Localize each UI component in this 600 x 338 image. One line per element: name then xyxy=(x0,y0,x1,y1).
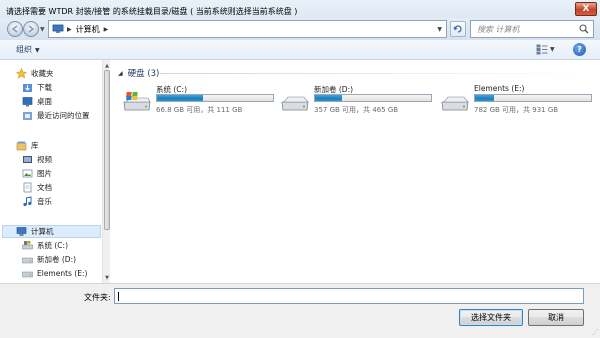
nav-item-label: 最近访问的位置 xyxy=(37,111,90,120)
nav-computer[interactable]: 计算机 xyxy=(2,225,101,238)
drive-item-e[interactable]: Elements (E:) 782 GB 可用，共 931 GB xyxy=(440,84,600,118)
breadcrumb-separator-icon[interactable]: ▶ xyxy=(67,26,72,33)
nav-favorites[interactable]: 收藏夹 xyxy=(16,68,54,79)
chevron-down-icon: ▼ xyxy=(35,47,40,54)
address-row: ▼ ▶ 计算机 ▶ ▼ 搜索 计算机 xyxy=(0,18,600,40)
pictures-library-icon xyxy=(22,169,33,178)
dialog-footer: 文件夹: 选择文件夹 取消 ⋰ xyxy=(0,283,600,338)
nav-item-label: 下载 xyxy=(37,83,52,92)
folder-name-input[interactable] xyxy=(114,288,584,304)
address-dropdown-icon[interactable]: ▼ xyxy=(437,26,442,33)
drive-usage-bar xyxy=(474,94,592,102)
hard-drive-icon xyxy=(22,271,33,278)
video-library-icon xyxy=(23,156,32,163)
nav-item-drive-d[interactable]: 新加卷 (D:) xyxy=(22,254,76,265)
desktop-icon xyxy=(22,97,33,107)
computer-icon xyxy=(16,227,27,236)
drive-usage-fill xyxy=(475,95,494,101)
breadcrumb-chevron-icon[interactable]: ▶ xyxy=(104,26,109,33)
drive-usage-bar xyxy=(156,94,274,102)
view-options-icon[interactable] xyxy=(536,44,548,55)
back-button[interactable] xyxy=(7,21,23,37)
nav-item-label: 新加卷 (D:) xyxy=(37,255,77,264)
organize-label: 组织 xyxy=(16,45,32,54)
downloads-folder-icon xyxy=(23,84,32,92)
nav-favorites-label: 收藏夹 xyxy=(31,69,54,78)
scroll-down-icon[interactable]: ▼ xyxy=(103,273,111,282)
computer-icon xyxy=(52,24,64,33)
drive-usage-fill xyxy=(157,95,204,101)
close-button[interactable]: X xyxy=(575,2,597,16)
hard-drive-icon xyxy=(441,96,469,111)
search-icon[interactable] xyxy=(579,24,589,34)
refresh-button[interactable] xyxy=(450,21,466,37)
recent-pages-dropdown[interactable]: ▼ xyxy=(40,26,45,33)
search-input[interactable]: 搜索 计算机 xyxy=(477,24,579,35)
group-title: 硬盘 (3) xyxy=(127,69,160,79)
cancel-button[interactable]: 取消 xyxy=(528,309,584,326)
back-arrow-icon xyxy=(11,25,18,33)
nav-item-recent-places[interactable]: 最近访问的位置 xyxy=(22,110,90,121)
windows-drive-icon xyxy=(22,241,33,250)
forward-button[interactable] xyxy=(23,21,39,37)
search-box[interactable]: 搜索 计算机 xyxy=(470,20,594,38)
star-icon xyxy=(16,68,27,79)
nav-item-label: 文档 xyxy=(37,183,52,192)
select-folder-button[interactable]: 选择文件夹 xyxy=(459,309,523,326)
libraries-icon xyxy=(16,141,27,151)
collapse-arrow-icon[interactable]: ◢ xyxy=(118,70,123,77)
folder-field-label: 文件夹: xyxy=(84,293,111,302)
organize-button[interactable]: 组织 ▼ xyxy=(16,44,40,55)
drive-free-space: 782 GB 可用，共 931 GB xyxy=(474,106,559,114)
nav-item-pictures[interactable]: 图片 xyxy=(22,168,52,179)
command-toolbar: 组织 ▼ ▼ ? xyxy=(0,40,600,60)
scroll-up-icon[interactable]: ▲ xyxy=(103,61,111,70)
file-list-pane: ◢ 硬盘 (3) 系统 (C:) 66.8 GB 可用，共 111 GB 新加卷… xyxy=(112,60,600,283)
recent-places-icon xyxy=(23,112,32,120)
nav-item-label: 音乐 xyxy=(37,197,52,206)
nav-computer-label: 计算机 xyxy=(31,227,54,236)
navigation-pane: 收藏夹 下载 桌面 最近访问的位置 库 视频 图片 文档 音乐 计算机 系统 (… xyxy=(0,60,102,283)
nav-item-label: Elements (E:) xyxy=(37,269,88,278)
drive-free-space: 357 GB 可用，共 465 GB xyxy=(314,106,399,114)
nav-item-music[interactable]: 音乐 xyxy=(22,196,52,207)
nav-libraries[interactable]: 库 xyxy=(16,140,39,151)
nav-item-documents[interactable]: 文档 xyxy=(22,182,52,193)
forward-arrow-icon xyxy=(28,25,35,33)
nav-item-label: 图片 xyxy=(37,169,52,178)
help-button[interactable]: ? xyxy=(573,43,586,56)
drive-usage-bar xyxy=(314,94,432,102)
resize-grip-icon[interactable]: ⋰ xyxy=(592,328,599,336)
nav-item-drive-c[interactable]: 系统 (C:) xyxy=(22,240,68,251)
hard-drive-icon xyxy=(281,96,309,111)
drive-item-c[interactable]: 系统 (C:) 66.8 GB 可用，共 111 GB xyxy=(122,84,282,118)
drive-usage-fill xyxy=(315,95,342,101)
hard-disks-group-header[interactable]: ◢ 硬盘 (3) xyxy=(118,67,159,79)
windows-drive-icon xyxy=(123,92,151,111)
text-caret xyxy=(118,292,119,301)
nav-item-desktop[interactable]: 桌面 xyxy=(22,96,52,107)
scroll-thumb[interactable] xyxy=(104,70,110,230)
nav-item-downloads[interactable]: 下载 xyxy=(22,82,52,93)
documents-library-icon xyxy=(23,182,32,193)
music-library-icon xyxy=(23,196,32,207)
drive-item-d[interactable]: 新加卷 (D:) 357 GB 可用，共 465 GB xyxy=(280,84,440,118)
nav-item-drive-e[interactable]: Elements (E:) xyxy=(22,268,87,279)
window-title: 请选择需要 WTDR 封装/接管 的系统挂载目录/磁盘 ( 当前系统则选择当前系… xyxy=(6,6,298,16)
nav-item-label: 系统 (C:) xyxy=(37,241,68,250)
nav-libraries-label: 库 xyxy=(31,141,39,150)
breadcrumb-computer[interactable]: 计算机 xyxy=(76,24,100,35)
nav-item-label: 桌面 xyxy=(37,97,52,106)
drive-free-space: 66.8 GB 可用，共 111 GB xyxy=(156,106,243,114)
drive-name: Elements (E:) xyxy=(474,84,525,93)
hard-drive-icon xyxy=(22,257,33,264)
refresh-icon xyxy=(453,25,462,33)
group-divider xyxy=(160,73,592,74)
view-dropdown-icon[interactable]: ▼ xyxy=(550,46,555,53)
nav-pane-scrollbar[interactable]: ▲ ▼ xyxy=(102,60,110,283)
nav-item-label: 视频 xyxy=(37,155,52,164)
nav-item-videos[interactable]: 视频 xyxy=(22,154,52,165)
address-bar[interactable]: ▶ 计算机 ▶ ▼ xyxy=(48,20,447,38)
